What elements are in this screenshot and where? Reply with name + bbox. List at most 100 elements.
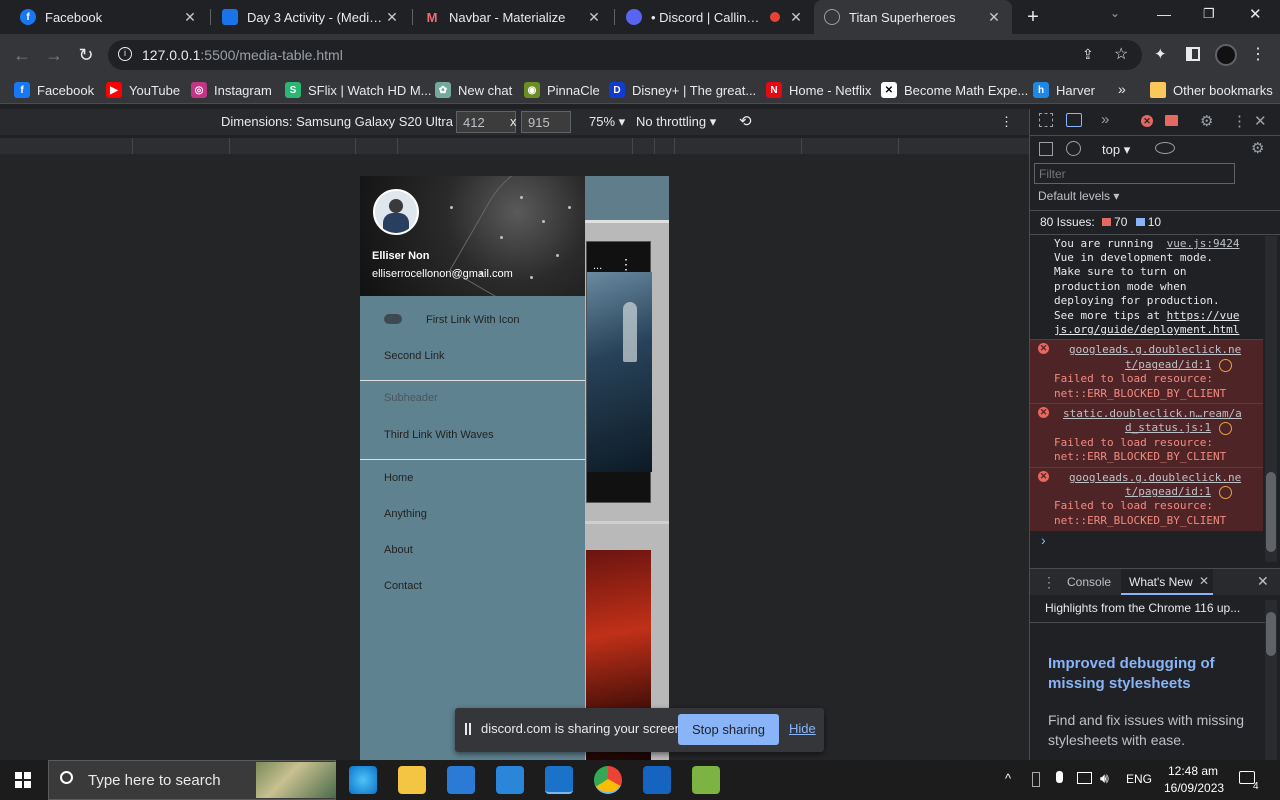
- media-query-segment[interactable]: [355, 138, 356, 154]
- bookmark-item[interactable]: ▶ YouTube: [106, 81, 180, 99]
- sidenav-item-about[interactable]: About: [384, 544, 413, 556]
- edge-icon[interactable]: [349, 766, 377, 794]
- volume-icon[interactable]: 🔊︎: [1100, 770, 1109, 787]
- side-panel-icon[interactable]: [1186, 47, 1200, 61]
- device-dimensions-select[interactable]: Dimensions: Samsung Galaxy S20 Ultra ▾: [221, 114, 463, 130]
- sidenav-item-home[interactable]: Home: [384, 472, 413, 484]
- context-select[interactable]: top ▾: [1102, 142, 1130, 158]
- devtools-menu-icon[interactable]: ⋮: [1232, 112, 1247, 130]
- start-windows-icon[interactable]: [15, 772, 31, 788]
- tab-discord[interactable]: • Discord | Calling the ✕: [616, 0, 814, 34]
- chrome-menu-icon[interactable]: ⋮: [1250, 44, 1266, 64]
- sidenav-link-first[interactable]: First Link With Icon: [426, 314, 520, 326]
- profile-avatar[interactable]: [1215, 44, 1237, 66]
- vscode-icon[interactable]: [545, 766, 573, 794]
- source-link[interactable]: googleads.g.doubleclick.ne: [1069, 471, 1241, 485]
- source-link[interactable]: vue.js:9424: [1167, 237, 1240, 250]
- new-tab-icon[interactable]: +: [1022, 6, 1044, 28]
- device-height-input[interactable]: [521, 111, 571, 133]
- source-link[interactable]: static.doubleclick.n…ream/a: [1063, 407, 1242, 421]
- sidenav-item-anything[interactable]: Anything: [384, 508, 427, 520]
- bookmark-item[interactable]: D Disney+ | The great...: [609, 81, 756, 99]
- more-tabs-icon[interactable]: »: [1101, 111, 1109, 128]
- bookmark-item[interactable]: ◉ PinnaCle: [524, 81, 600, 99]
- bookmark-item[interactable]: f Facebook: [14, 81, 94, 99]
- clock-time[interactable]: 12:48 am: [1168, 764, 1218, 778]
- user-name[interactable]: Elliser Non: [372, 250, 429, 262]
- whats-new-highlight[interactable]: Highlights from the Chrome 116 up...: [1045, 601, 1240, 615]
- close-icon[interactable]: ✕: [986, 9, 1002, 26]
- close-window-icon[interactable]: ✕: [1249, 5, 1265, 23]
- hide-share-link[interactable]: Hide: [789, 721, 816, 736]
- restore-icon[interactable]: ❐: [1203, 6, 1219, 22]
- tab-materialize[interactable]: M Navbar - Materialize ✕: [414, 0, 612, 34]
- inspect-element-icon[interactable]: [1039, 113, 1053, 127]
- other-bookmarks[interactable]: Other bookmarks: [1150, 81, 1273, 99]
- zoom-select[interactable]: 75% ▾: [589, 114, 625, 130]
- show-hidden-icons[interactable]: ^: [1005, 771, 1011, 786]
- bookmark-item[interactable]: S SFlix | Watch HD M...: [285, 81, 432, 99]
- device-width-input[interactable]: [456, 111, 516, 133]
- chrome-icon[interactable]: [594, 766, 622, 794]
- bookmark-item[interactable]: ✕ Become Math Expe...: [881, 81, 1028, 99]
- sidenav-link-third[interactable]: Third Link With Waves: [384, 429, 494, 441]
- drawer-menu-icon[interactable]: ⋮: [1042, 574, 1056, 591]
- bookmark-item[interactable]: ◎ Instagram: [191, 81, 272, 99]
- tab-titan-superheroes[interactable]: Titan Superheroes ✕: [814, 0, 1012, 34]
- source-link[interactable]: d_status.js:1: [1125, 421, 1211, 435]
- close-icon[interactable]: ✕: [586, 9, 602, 26]
- sidenav-item-contact[interactable]: Contact: [384, 580, 422, 592]
- close-drawer-icon[interactable]: ✕: [1257, 573, 1269, 590]
- clear-console-icon[interactable]: [1066, 141, 1081, 156]
- tab-search-icon[interactable]: ⌄: [1110, 6, 1126, 20]
- extensions-icon[interactable]: ✦: [1154, 45, 1167, 63]
- reload-icon[interactable]: ↻: [74, 43, 98, 67]
- stop-sharing-button[interactable]: Stop sharing: [678, 714, 779, 745]
- minimize-icon[interactable]: —: [1157, 6, 1173, 22]
- share-icon[interactable]: ⇪: [1082, 46, 1094, 63]
- android-icon[interactable]: [692, 766, 720, 794]
- close-devtools-icon[interactable]: ✕: [1254, 112, 1267, 130]
- sidebar-toggle-icon[interactable]: [1039, 142, 1053, 156]
- close-tab-icon[interactable]: ✕: [1199, 574, 1209, 588]
- clock-date[interactable]: 16/09/2023: [1164, 781, 1224, 795]
- more-bookmarks-icon[interactable]: »: [1118, 81, 1126, 97]
- bookmark-star-icon[interactable]: ☆: [1114, 44, 1128, 64]
- console-scroll-thumb[interactable]: [1266, 472, 1276, 552]
- info-icon[interactable]: i: [118, 47, 132, 61]
- error-count-icon[interactable]: ✕: [1141, 115, 1153, 127]
- media-query-segment[interactable]: [132, 138, 133, 154]
- whats-new-title[interactable]: Improved debugging of missing stylesheet…: [1048, 654, 1264, 694]
- log-levels-select[interactable]: Default levels ▾: [1038, 189, 1119, 203]
- microsoft-store-icon[interactable]: [447, 766, 475, 794]
- issues-icon[interactable]: [1165, 115, 1178, 126]
- device-toggle-icon[interactable]: [1066, 113, 1082, 127]
- language-indicator[interactable]: ENG: [1126, 772, 1152, 786]
- console-filter-input[interactable]: [1034, 163, 1235, 184]
- media-query-segment[interactable]: [654, 138, 655, 154]
- media-query-segment[interactable]: [229, 138, 230, 154]
- docs-link[interactable]: https://vue: [1167, 309, 1240, 322]
- throttling-select[interactable]: No throttling ▾: [636, 114, 716, 130]
- live-expression-eye-icon[interactable]: [1155, 142, 1175, 154]
- user-avatar[interactable]: [373, 189, 419, 235]
- card-menu-icon[interactable]: ⋮: [619, 256, 633, 273]
- drawer-scroll-thumb[interactable]: [1266, 612, 1276, 656]
- mail-icon[interactable]: [496, 766, 524, 794]
- app-icon[interactable]: [643, 766, 671, 794]
- device-more-icon[interactable]: ⋮: [1000, 114, 1013, 130]
- rotate-icon[interactable]: ⟲: [739, 112, 752, 130]
- sidenav-link-second[interactable]: Second Link: [384, 350, 445, 362]
- network-icon[interactable]: [1077, 772, 1092, 784]
- back-icon[interactable]: ←: [10, 43, 34, 67]
- close-icon[interactable]: ✕: [384, 9, 400, 26]
- docs-link[interactable]: js.org/guide/deployment.html: [1054, 323, 1239, 337]
- media-query-segment[interactable]: [801, 138, 802, 154]
- user-email[interactable]: elliserrocellonon@gmail.com: [372, 268, 513, 280]
- issues-summary[interactable]: 80 Issues: 70 10: [1040, 215, 1161, 229]
- drawer-tab-console[interactable]: Console: [1067, 575, 1111, 589]
- close-icon[interactable]: ✕: [788, 9, 804, 26]
- microphone-icon[interactable]: [1056, 771, 1063, 783]
- bookmark-item[interactable]: ✿ New chat: [435, 81, 512, 99]
- bookmark-item[interactable]: N Home - Netflix: [766, 81, 871, 99]
